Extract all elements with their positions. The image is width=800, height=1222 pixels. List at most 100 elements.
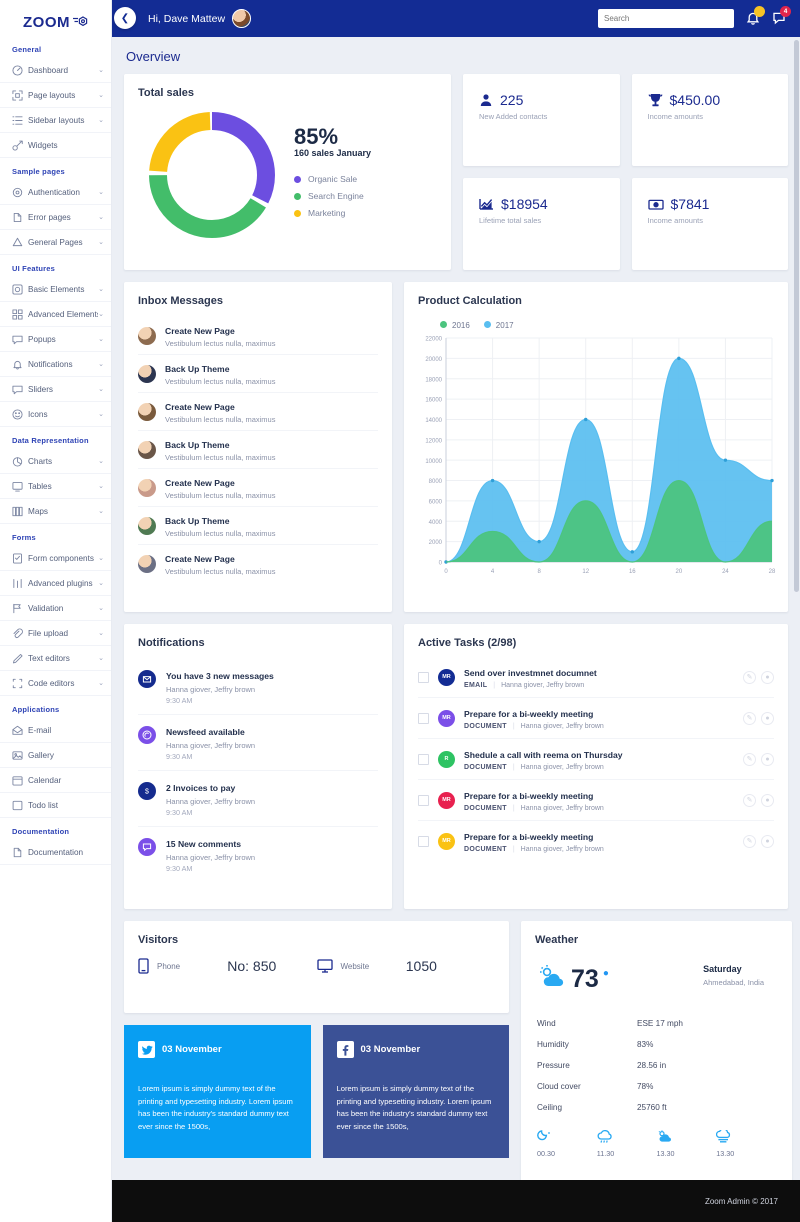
task-item[interactable]: MR Prepare for a bi-weekly meeting DOCUMEN… [418, 821, 774, 861]
svg-text:6000: 6000 [429, 500, 443, 506]
notification-time: 9:30 AM [166, 864, 193, 873]
weather-value: 83% [637, 1040, 654, 1049]
search-input[interactable] [604, 14, 728, 23]
avatar [138, 554, 156, 573]
trash-circle-icon[interactable]: ● [761, 752, 774, 766]
sidebar-item-e-mail[interactable]: E-mail [0, 718, 111, 743]
weather-value: ESE 17 mph [637, 1019, 683, 1028]
sidebar-item-tables[interactable]: Tables ⌄ [0, 474, 111, 499]
sidebar-item-calendar[interactable]: Calendar [0, 768, 111, 793]
svg-text:12: 12 [582, 569, 589, 575]
notification-title: Newsfeed available [166, 727, 245, 737]
sidebar-item-todo-list[interactable]: Todo list [0, 793, 111, 818]
topbar: ❮ Hi, Dave Mattew Search 4 [112, 0, 800, 37]
sidebar-collapse-button[interactable]: ❮ [114, 7, 136, 29]
search-input-wrapper[interactable] [598, 9, 734, 28]
social-card-facebook[interactable]: 03 November Lorem ipsum is simply dummy t… [322, 1025, 509, 1158]
chevron-down-icon: ⌄ [98, 458, 104, 465]
sidebar-item-sliders[interactable]: Sliders ⌄ [0, 377, 111, 402]
chart-legend-item[interactable]: 2016 [440, 321, 470, 330]
list-item[interactable]: Create New Page Vestibulum lectus nulla, … [138, 317, 378, 355]
sidebar-item-label: Icons [28, 409, 48, 419]
sidebar-item-gallery[interactable]: Gallery [0, 743, 111, 768]
sidebar-item-basic-elements[interactable]: Basic Elements ⌄ [0, 277, 111, 302]
monitor-icon [316, 959, 333, 973]
sidebar-item-documentation[interactable]: Documentation [0, 840, 111, 865]
sidebar-section-sample-pages: Sample pages [12, 167, 65, 176]
pencil-circle-icon[interactable]: ✎ [743, 670, 756, 684]
avatar[interactable] [232, 9, 252, 28]
sidebar-item-sidebar-layouts[interactable]: Sidebar layouts ⌄ [0, 108, 111, 133]
sidebar-item-notifications[interactable]: Notifications ⌄ [0, 352, 111, 377]
notification-item[interactable]: 15 New comments Hanna giover, Jeffry brow… [138, 827, 378, 882]
pencil-circle-icon[interactable]: ✎ [743, 711, 756, 725]
list-item[interactable]: Back Up Theme Vestibulum lectus nulla, ma… [138, 507, 378, 545]
chart-legend-item[interactable]: 2017 [483, 321, 514, 330]
sidebar-item-authentication[interactable]: Authentication ⌄ [0, 180, 111, 205]
sidebar-item-form-components[interactable]: Form components ⌄ [0, 546, 111, 571]
sidebar-item-advanced-plugins[interactable]: Advanced plugins ⌄ [0, 571, 111, 596]
weather-row: Humidity 83% [537, 1034, 776, 1055]
notification-title: You have 3 new messages [166, 671, 274, 681]
task-checkbox[interactable] [418, 753, 429, 765]
sidebar-item-charts[interactable]: Charts ⌄ [0, 449, 111, 474]
sidebar-item-validation[interactable]: Validation ⌄ [0, 596, 111, 621]
pencil-circle-icon[interactable]: ✎ [743, 752, 756, 766]
sidebar-item-error-pages[interactable]: Error pages ⌄ [0, 205, 111, 230]
legend-label: Marketing [308, 208, 346, 219]
notification-item[interactable]: Newsfeed available Hanna giover, Jeffry b… [138, 715, 378, 771]
error-icon [12, 212, 23, 223]
notification-item[interactable]: $2 Invoices to pay Hanna giover, Jeffry b… [138, 771, 378, 827]
trash-circle-icon[interactable]: ● [761, 834, 774, 848]
legend-item: Search Engine [294, 191, 371, 201]
task-avatar: MR [438, 791, 455, 809]
page-scrollbar[interactable] [794, 40, 799, 592]
task-type: DOCUMENT [464, 723, 507, 730]
notifications-button[interactable] [746, 6, 765, 26]
notification-people: Hanna giover, Jeffry brown [166, 741, 256, 750]
trash-circle-icon[interactable]: ● [761, 711, 774, 725]
task-item[interactable]: MR Prepare for a bi-weekly meeting DOCUMEN… [418, 780, 774, 821]
sidebar-item-label: Documentation [28, 847, 84, 857]
user-greeting[interactable]: Hi, Dave Mattew [148, 9, 252, 28]
social-card-twitter[interactable]: 03 November Lorem ipsum is simply dummy t… [124, 1025, 311, 1158]
map-icon [12, 506, 23, 517]
list-item[interactable]: Create New Page Vestibulum lectus nulla, … [138, 469, 378, 507]
task-item[interactable]: R Shedule a call with reema on Thursday DO… [418, 739, 774, 780]
sidebar-item-popups[interactable]: Popups ⌄ [0, 327, 111, 352]
sidebar-item-file-upload[interactable]: File upload ⌄ [0, 621, 111, 646]
trash-circle-icon[interactable]: ● [761, 793, 774, 807]
list-item[interactable]: Back Up Theme Vestibulum lectus nulla, ma… [138, 431, 378, 469]
task-item[interactable]: MR Send over investmnet documnet EMAIL | Han… [418, 657, 774, 698]
avatar [138, 364, 156, 383]
sidebar-item-general-pages[interactable]: General Pages ⌄ [0, 230, 111, 255]
task-checkbox[interactable] [418, 835, 429, 847]
task-item[interactable]: MR Prepare for a bi-weekly meeting DOCUMEN… [418, 698, 774, 739]
sidebar-item-icons[interactable]: Icons ⌄ [0, 402, 111, 427]
brand-logo[interactable]: ZOOM [0, 0, 111, 36]
sidebar-item-page-layouts[interactable]: Page layouts ⌄ [0, 83, 111, 108]
sidebar-item-dashboard[interactable]: Dashboard ⌄ [0, 58, 111, 83]
pencil-circle-icon[interactable]: ✎ [743, 834, 756, 848]
pencil-circle-icon[interactable]: ✎ [743, 793, 756, 807]
weather-key: Wind [537, 1019, 556, 1028]
sidebar-item-maps[interactable]: Maps ⌄ [0, 499, 111, 524]
sidebar-item-advanced-elements[interactable]: Advanced Elements ⌄ [0, 302, 111, 327]
list-item[interactable]: Create New Page Vestibulum lectus nulla, … [138, 545, 378, 582]
task-title: Prepare for a bi-weekly meeting [464, 832, 594, 842]
task-checkbox[interactable] [418, 794, 429, 806]
list-item[interactable]: Back Up Theme Vestibulum lectus nulla, ma… [138, 355, 378, 393]
row-notifications-tasks: Notifications You have 3 new messages Han… [124, 624, 788, 909]
sidebar-item-widgets[interactable]: Widgets [0, 133, 111, 158]
chevron-down-icon: ⌄ [98, 580, 104, 587]
list-item[interactable]: Create New Page Vestibulum lectus nulla, … [138, 393, 378, 431]
notification-item[interactable]: You have 3 new messages Hanna giover, Jef… [138, 659, 378, 715]
trash-circle-icon[interactable]: ● [761, 670, 774, 684]
messages-button[interactable]: 4 [772, 6, 791, 26]
svg-text:$: $ [145, 788, 149, 795]
task-checkbox[interactable] [418, 671, 429, 683]
task-checkbox[interactable] [418, 712, 429, 724]
sidebar-item-text-editors[interactable]: Text editors ⌄ [0, 646, 111, 671]
weather-row: Pressure 28.56 in [537, 1055, 776, 1076]
sidebar-item-code-editors[interactable]: Code editors ⌄ [0, 671, 111, 696]
